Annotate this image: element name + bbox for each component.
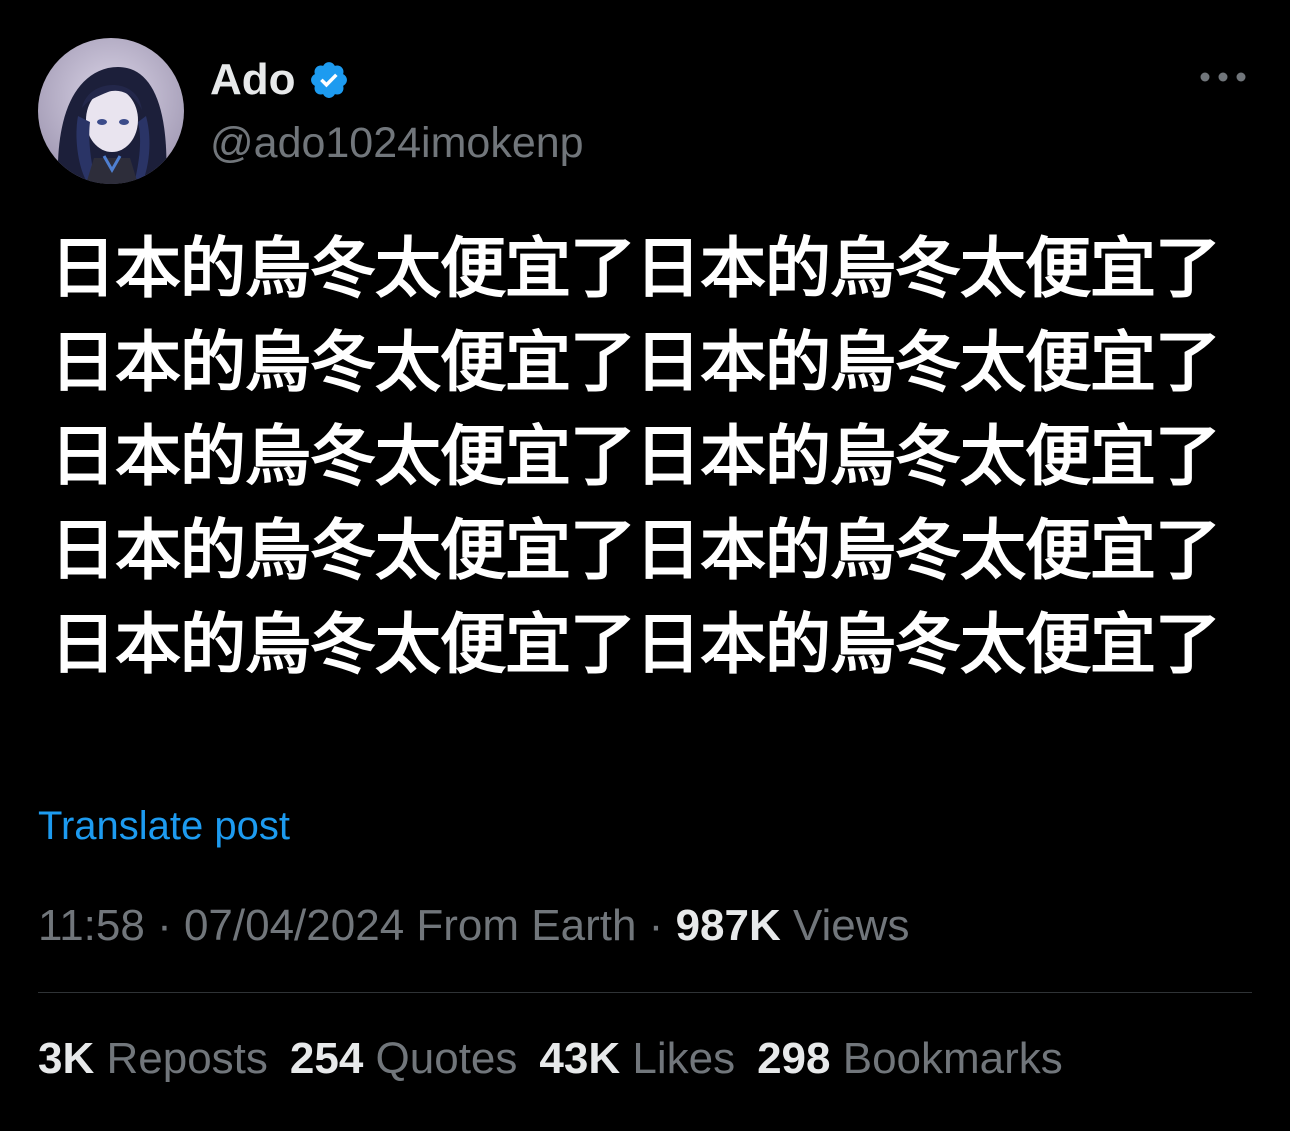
post-text-line: 日本的烏冬太便宜了日本的烏冬太便宜了 xyxy=(50,512,1221,589)
reposts-label: Reposts xyxy=(94,1034,268,1083)
divider xyxy=(38,992,1252,993)
display-name[interactable]: Ado xyxy=(210,52,296,108)
quotes-stat[interactable]: 254 Quotes xyxy=(290,1034,518,1083)
post-text: 日本的烏冬太便宜了日本的烏冬太便宜了 日本的烏冬太便宜了日本的烏冬太便宜了 日本… xyxy=(50,222,1250,692)
post-text-line: 日本的烏冬太便宜了日本的烏冬太便宜了 xyxy=(50,418,1221,495)
more-options-icon[interactable] xyxy=(1196,62,1250,92)
meta-separator: · xyxy=(636,901,676,950)
post-text-line: 日本的烏冬太便宜了日本的烏冬太便宜了 xyxy=(50,324,1221,401)
quotes-label: Quotes xyxy=(363,1034,518,1083)
engagement-stats: 3K Reposts 254 Quotes 43K Likes 298 Bookmar… xyxy=(38,1030,1085,1088)
likes-label: Likes xyxy=(620,1034,736,1083)
meta-separator: · xyxy=(144,901,184,950)
quotes-count: 254 xyxy=(289,1034,364,1083)
author-handle[interactable]: @ado1024imokenp xyxy=(210,116,584,170)
bookmarks-label: Bookmarks xyxy=(830,1034,1063,1083)
translate-post-link[interactable]: Translate post xyxy=(38,800,290,852)
reposts-count: 3K xyxy=(38,1034,95,1083)
views-count[interactable]: 987K xyxy=(676,901,781,950)
post-location: From Earth xyxy=(404,901,637,950)
views-label[interactable]: Views xyxy=(781,901,910,950)
likes-count: 43K xyxy=(539,1034,621,1083)
post-text-line: 日本的烏冬太便宜了日本的烏冬太便宜了 xyxy=(50,606,1221,683)
post-meta: 11:58 · 07/04/2024 From Earth · 987K Vie… xyxy=(38,898,910,954)
post-time[interactable]: 11:58 xyxy=(38,901,145,950)
bookmarks-stat[interactable]: 298 Bookmarks xyxy=(757,1034,1063,1083)
post-text-line: 日本的烏冬太便宜了日本的烏冬太便宜了 xyxy=(50,230,1221,307)
avatar[interactable] xyxy=(38,38,184,184)
reposts-stat[interactable]: 3K Reposts xyxy=(38,1034,268,1083)
likes-stat[interactable]: 43K Likes xyxy=(539,1034,735,1083)
verified-badge-icon[interactable] xyxy=(308,59,350,101)
post-date[interactable]: 07/04/2024 xyxy=(184,901,404,950)
author-name-row[interactable]: Ado xyxy=(210,52,350,108)
bookmarks-count: 298 xyxy=(757,1034,831,1083)
